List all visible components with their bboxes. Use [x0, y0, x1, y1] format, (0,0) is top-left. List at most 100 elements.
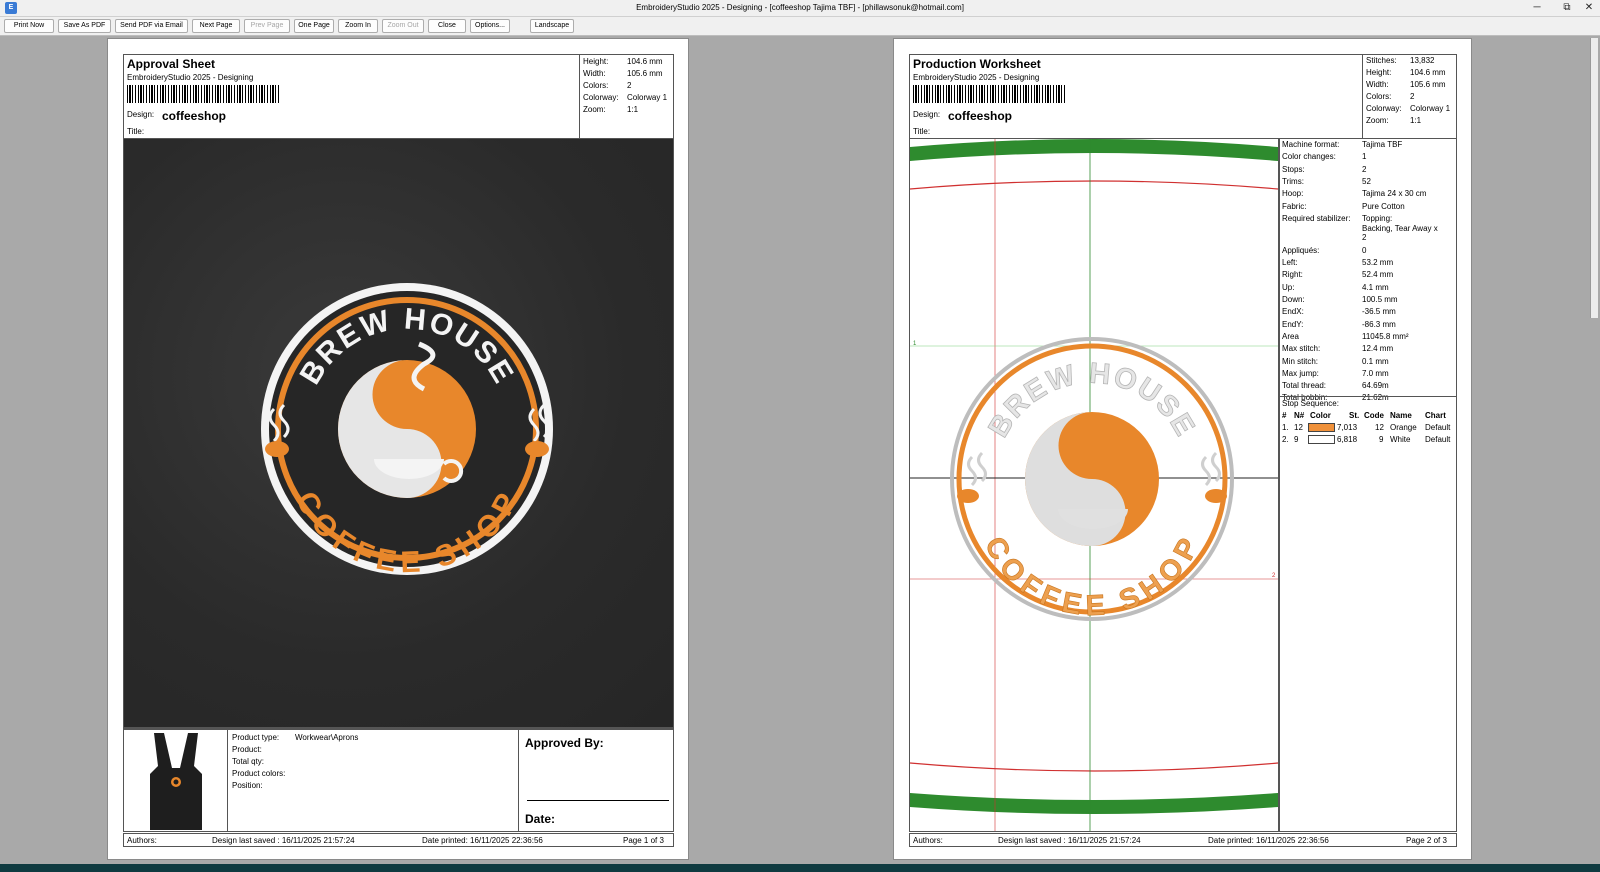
- one-page-button[interactable]: One Page: [294, 19, 334, 33]
- seq-chart: Default: [1425, 435, 1451, 444]
- approval-sheet-page: Approval Sheet EmbroideryStudio 2025 - D…: [107, 38, 689, 860]
- design-preview-grid: 1 2 BREW HOUSE COFFEE SHOP: [909, 138, 1279, 832]
- info-key: Zoom:: [583, 105, 606, 114]
- seq-header-num: #: [1282, 411, 1287, 420]
- seq-header-color: Color: [1310, 411, 1331, 420]
- product-key: Product:: [232, 745, 262, 754]
- info-key: Colors:: [583, 81, 609, 90]
- detail-value: 52: [1362, 176, 1371, 186]
- seq-num: 1.: [1282, 423, 1289, 432]
- minimize-icon[interactable]: ─: [1528, 1, 1546, 15]
- info-value: 105.6 mm: [1410, 80, 1446, 89]
- info-key: Colorway:: [1366, 104, 1402, 113]
- design-info: Stitches: 13,832 Height: 104.6 mm Width: 10…: [1362, 55, 1456, 139]
- signature-line: [527, 800, 669, 801]
- detail-key: Area: [1282, 331, 1299, 341]
- hoop-top: [910, 139, 1278, 161]
- apron-image: [124, 730, 228, 832]
- detail-key: Trims:: [1282, 176, 1304, 186]
- prev-page-button[interactable]: Prev Page: [244, 19, 290, 33]
- info-value: 105.6 mm: [627, 69, 663, 78]
- approval-section: Product type: Workwear\Aprons Product: To…: [123, 728, 674, 832]
- date-printed: Date printed: 16/11/2025 22:36:56: [1208, 836, 1329, 845]
- detail-value: 11045.8 mm²: [1362, 331, 1409, 341]
- sheet-header: Production Worksheet EmbroideryStudio 20…: [909, 54, 1457, 139]
- brew-house-logo: BREW HOUSE COFFEE SHOP: [261, 283, 553, 579]
- seq-chart: Default: [1425, 423, 1451, 432]
- product-key: Total qty:: [232, 757, 265, 766]
- info-key: Width:: [583, 69, 606, 78]
- info-value: 2: [627, 81, 632, 90]
- print-now-button[interactable]: Print Now: [4, 19, 54, 33]
- vertical-scrollbar[interactable]: [1590, 38, 1598, 318]
- barcode: [913, 85, 1067, 103]
- seq-num: 2.: [1282, 435, 1289, 444]
- landscape-button[interactable]: Landscape: [530, 19, 574, 33]
- info-value: 1:1: [1410, 116, 1422, 125]
- seq-header-n: N#: [1294, 411, 1305, 420]
- seq-n: 12: [1294, 423, 1303, 432]
- authors-label: Authors:: [913, 836, 943, 845]
- info-key: Height:: [583, 57, 609, 66]
- info-key: Stitches:: [1366, 56, 1397, 65]
- detail-value: 52.4 mm: [1362, 270, 1394, 280]
- design-mockup-photo: BREW HOUSE COFFEE SHOP: [123, 138, 674, 728]
- last-saved: Design last saved : 16/11/2025 21:57:24: [212, 836, 355, 845]
- zoom-out-button[interactable]: Zoom Out: [382, 19, 424, 33]
- info-key: Colorway:: [583, 93, 619, 102]
- detail-key: Right:: [1282, 270, 1303, 280]
- seq-header-chart: Chart: [1425, 411, 1446, 420]
- detail-value: 0.1 mm: [1362, 356, 1389, 366]
- title-bar: E EmbroideryStudio 2025 - Designing - [c…: [0, 0, 1600, 17]
- detail-key: EndY:: [1282, 319, 1304, 329]
- detail-value: Topping:: [1362, 213, 1393, 223]
- seq-header-st: St.: [1349, 411, 1360, 420]
- approval-signoff: Approved By: Date:: [518, 730, 673, 832]
- color-swatch-white: [1308, 435, 1335, 444]
- info-key: Width:: [1366, 80, 1389, 89]
- info-value: 104.6 mm: [1410, 68, 1446, 77]
- info-value: Colorway 1: [1410, 104, 1451, 113]
- design-label: Design:: [127, 110, 155, 119]
- detail-value: Backing, Tear Away x: [1362, 223, 1438, 233]
- options-button[interactable]: Options...: [470, 19, 510, 33]
- detail-value: -86.3 mm: [1362, 319, 1396, 329]
- detail-key: Appliqués:: [1282, 245, 1320, 255]
- sheet-header: Approval Sheet EmbroideryStudio 2025 - D…: [123, 54, 674, 139]
- barcode: [127, 85, 281, 103]
- seq-header-name: Name: [1390, 411, 1412, 420]
- detail-value: 2: [1362, 164, 1367, 174]
- detail-value: Pure Cotton: [1362, 201, 1405, 211]
- next-page-button[interactable]: Next Page: [192, 19, 240, 33]
- detail-value: -36.5 mm: [1362, 307, 1396, 317]
- close-button[interactable]: Close: [428, 19, 466, 33]
- window-title: EmbroideryStudio 2025 - Designing - [cof…: [636, 3, 964, 12]
- design-info: Height: 104.6 mm Width: 105.6 mm Colors: 2 …: [579, 55, 673, 139]
- detail-value: 2: [1362, 232, 1367, 242]
- zoom-in-button[interactable]: Zoom In: [338, 19, 378, 33]
- detail-key: Max stitch:: [1282, 344, 1321, 354]
- page-number: Page 2 of 3: [1406, 836, 1447, 845]
- product-value: Workwear\Aprons: [295, 733, 359, 742]
- detail-value: 0: [1362, 245, 1367, 255]
- seq-name: White: [1390, 435, 1411, 444]
- save-as-pdf-button[interactable]: Save As PDF: [58, 19, 111, 33]
- taskbar-strip: [0, 864, 1600, 872]
- restore-icon[interactable]: ⧉: [1558, 1, 1576, 15]
- detail-key: Required stabilizer:: [1282, 213, 1351, 223]
- close-icon[interactable]: ✕: [1580, 1, 1598, 15]
- last-saved: Design last saved : 16/11/2025 21:57:24: [998, 836, 1141, 845]
- seq-code: 12: [1375, 423, 1384, 432]
- detail-key: Min stitch:: [1282, 356, 1319, 366]
- detail-key: Max jump:: [1282, 368, 1319, 378]
- detail-value: 21.62m: [1362, 393, 1389, 403]
- send-pdf-via-email-button[interactable]: Send PDF via Email: [115, 19, 188, 33]
- production-details: Machine format: Tajima TBF Color changes: 1…: [1279, 138, 1457, 832]
- detail-key: Fabric:: [1282, 201, 1307, 211]
- design-name: coffeeshop: [162, 109, 227, 123]
- detail-key: Color changes:: [1282, 152, 1336, 162]
- detail-value: 1: [1362, 152, 1367, 162]
- info-value: Colorway 1: [627, 93, 668, 102]
- info-value: 13,832: [1410, 56, 1435, 65]
- detail-key: Total thread:: [1282, 381, 1327, 391]
